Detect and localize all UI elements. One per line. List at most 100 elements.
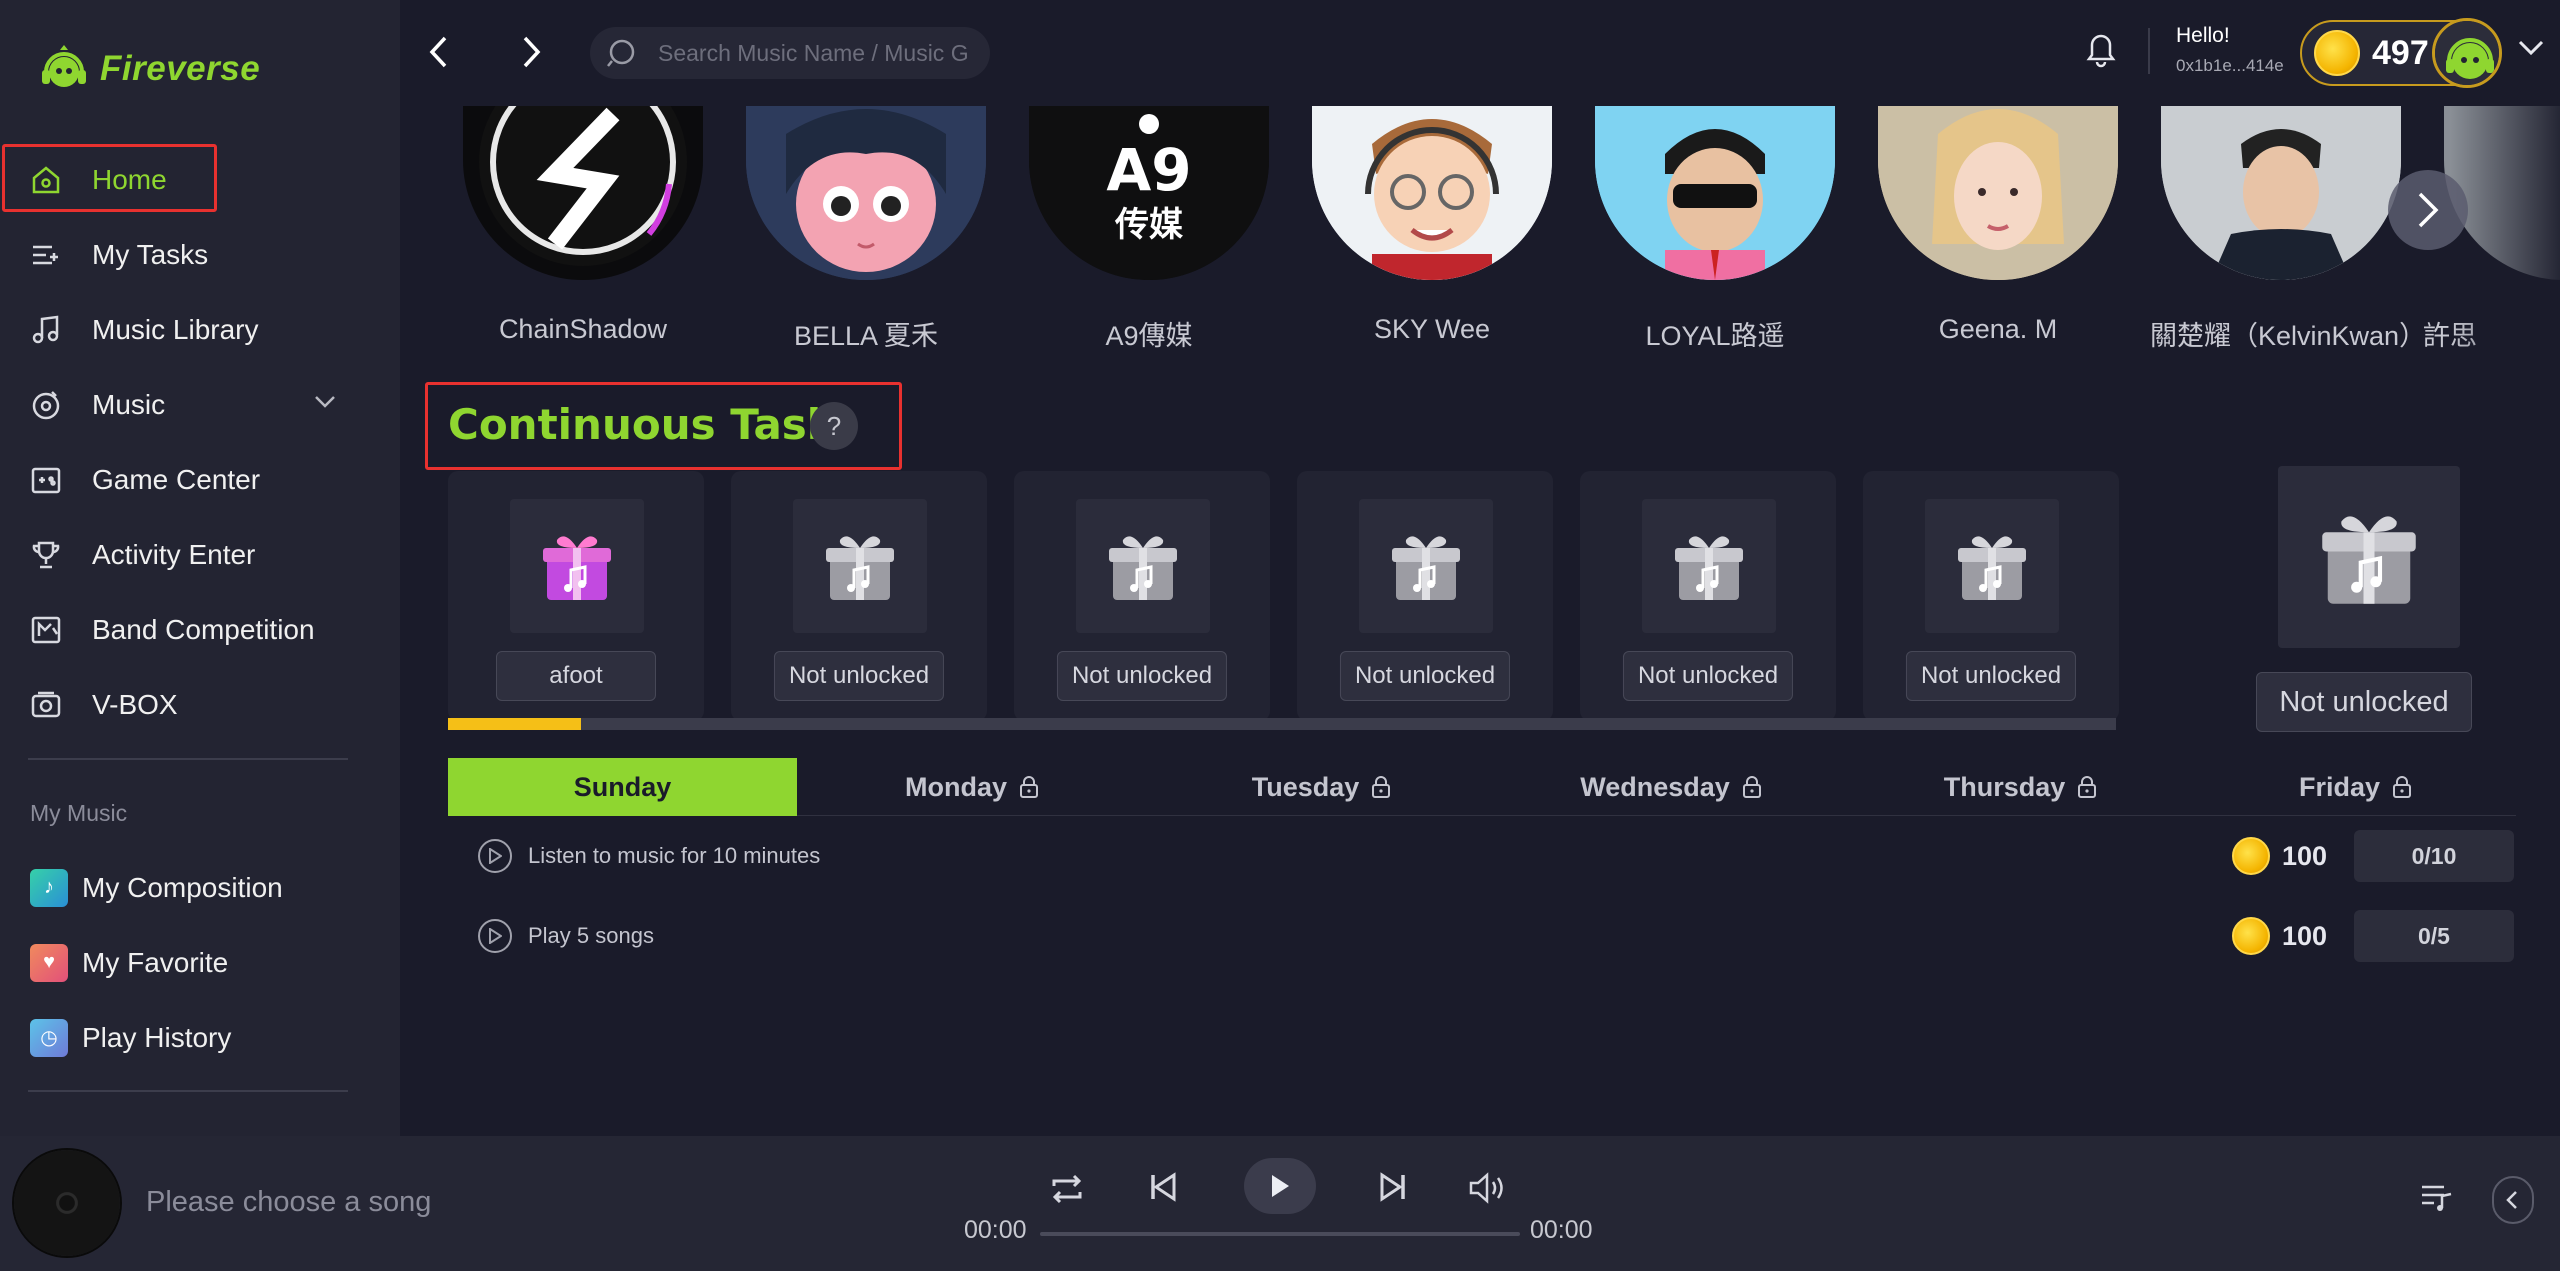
previous-button[interactable] [1148, 1172, 1178, 1202]
reward-status: Not unlocked [2256, 672, 2472, 732]
history-icon: ◷ [30, 1018, 68, 1057]
artist-name: 關楚耀（KelvinKwan） [2150, 321, 2422, 351]
tab-label: Friday [2298, 771, 2381, 802]
artist-name: A9傳媒 [1105, 321, 1193, 351]
skip-forward-icon [1380, 1172, 1405, 1202]
tab-tuesday[interactable]: Tuesday [1147, 758, 1496, 816]
current-time: 00:00 [964, 1216, 1027, 1244]
sidebar-item-label: Music [92, 388, 166, 420]
seek-bar[interactable] [1040, 1232, 1520, 1236]
task-description: Play 5 songs [528, 923, 654, 948]
task-progress: 0/10 [2354, 830, 2514, 882]
reward-status: Not unlocked [1905, 651, 2077, 701]
tab-sunday[interactable]: Sunday [448, 758, 797, 816]
final-reward-card[interactable]: Not unlocked [2256, 466, 2472, 736]
artist-avatar [1312, 106, 1552, 280]
tasks-icon [28, 237, 64, 273]
sidebar-nav: Home My Tasks Music Library Music Game C… [0, 142, 400, 742]
logo[interactable]: Fireverse [38, 44, 260, 94]
vinyl-disc-icon [14, 1150, 120, 1256]
play-icon [1272, 1175, 1289, 1197]
play-circle-icon[interactable] [478, 919, 512, 953]
sidebar-item-label: V-BOX [92, 688, 178, 720]
repeat-button[interactable] [1048, 1172, 1086, 1206]
volume-button[interactable] [1468, 1172, 1508, 1204]
tab-label: Monday [904, 771, 1007, 802]
sidebar-item-v-box[interactable]: V-BOX [0, 667, 400, 742]
music-note-icon [28, 312, 64, 348]
help-button[interactable]: ? [810, 402, 858, 450]
progress-fill [448, 718, 582, 730]
account-dropdown-icon[interactable] [2518, 40, 2544, 61]
carousel-next-button[interactable] [2388, 170, 2468, 250]
sidebar-item-activity-enter[interactable]: Activity Enter [0, 517, 400, 592]
tab-friday[interactable]: Friday [2195, 758, 2516, 816]
lock-icon [1372, 776, 1391, 798]
reward-card[interactable]: Not unlocked [1014, 471, 1270, 721]
tab-wednesday[interactable]: Wednesday [1496, 758, 1846, 816]
sidebar-item-my-favorite[interactable]: ♥ My Favorite [0, 925, 400, 1000]
reward-status: Not unlocked [1622, 651, 1794, 701]
sidebar-item-music-library[interactable]: Music Library [0, 292, 400, 367]
reward-card[interactable]: Not unlocked [1297, 471, 1553, 721]
coin-icon [2232, 837, 2270, 875]
lock-icon [1742, 776, 1761, 798]
artist-avatar [463, 106, 703, 280]
search-input[interactable] [658, 39, 968, 67]
next-button[interactable] [1378, 1172, 1408, 1202]
tab-monday[interactable]: Monday [797, 758, 1147, 816]
chevron-left-icon [429, 36, 447, 68]
play-button[interactable] [1244, 1158, 1316, 1214]
chevron-right-icon [2418, 192, 2439, 228]
gift-box-locked-icon [1642, 499, 1776, 633]
reward-card[interactable]: Not unlocked [731, 471, 987, 721]
sidebar-item-my-tasks[interactable]: My Tasks [0, 217, 400, 292]
sidebar-item-home[interactable]: Home [0, 142, 400, 217]
tab-label: Thursday [1943, 771, 2066, 802]
reward-status: afoot [496, 651, 656, 701]
forward-button[interactable] [510, 30, 554, 74]
play-circle-icon[interactable] [478, 839, 512, 873]
search-icon [607, 39, 635, 67]
search-box[interactable] [590, 27, 990, 79]
reward-card[interactable]: Not unlocked [1580, 471, 1836, 721]
sidebar-item-label: Game Center [92, 463, 261, 495]
collapse-panel-button[interactable] [2492, 1176, 2534, 1229]
task-reward: 100 [2282, 920, 2328, 951]
sidebar-item-play-history[interactable]: ◷ Play History [0, 1000, 400, 1075]
artist-card[interactable]: A9 传媒 A9傳媒 [1008, 106, 1290, 353]
sidebar-item-band-competition[interactable]: Band Competition [0, 592, 400, 667]
artist-name: Geena. M [1938, 314, 2058, 344]
artist-card[interactable]: LOYAL路遥 [1574, 106, 1856, 353]
chevron-down-icon[interactable] [314, 395, 336, 414]
artist-card[interactable]: 關楚耀（KelvinKwan） [2140, 106, 2422, 353]
avatar[interactable] [2432, 18, 2502, 88]
gift-box-locked-icon [1925, 499, 2059, 633]
top-bar: Hello! 0x1b1e...414e 497 [400, 0, 2560, 106]
sidebar-item-game-center[interactable]: Game Center [0, 442, 400, 517]
artist-card[interactable]: BELLA 夏禾 [725, 106, 1007, 353]
gift-box-locked-icon [1076, 499, 1210, 633]
my-music-list: ♪ My Composition ♥ My Favorite ◷ Play Hi… [0, 850, 400, 1075]
lock-icon [2078, 776, 2097, 798]
band-icon [28, 612, 64, 648]
sidebar-item-my-composition[interactable]: ♪ My Composition [0, 850, 400, 925]
reward-card[interactable]: afoot [448, 471, 704, 721]
artist-card[interactable]: Geena. M [1857, 106, 2139, 345]
artist-card[interactable]: ChainShadow [442, 106, 724, 345]
reward-card[interactable]: Not unlocked [1863, 471, 2119, 721]
notification-bell-icon[interactable] [2086, 32, 2116, 73]
playlist-button[interactable] [2420, 1182, 2454, 1217]
gift-box-locked-icon [1359, 499, 1493, 633]
back-button[interactable] [416, 30, 460, 74]
fireverse-logo-icon [42, 45, 86, 87]
sidebar-item-music[interactable]: Music [0, 367, 400, 442]
artist-card[interactable]: SKY Wee [1291, 106, 1573, 345]
reward-status: Not unlocked [1056, 651, 1228, 701]
tab-thursday[interactable]: Thursday [1846, 758, 2195, 816]
app-name: Fireverse [100, 49, 261, 88]
divider [2148, 28, 2150, 74]
reward-status: Not unlocked [773, 651, 945, 701]
coin-icon [2232, 917, 2270, 955]
sidebar-item-label: Play History [82, 1021, 232, 1053]
